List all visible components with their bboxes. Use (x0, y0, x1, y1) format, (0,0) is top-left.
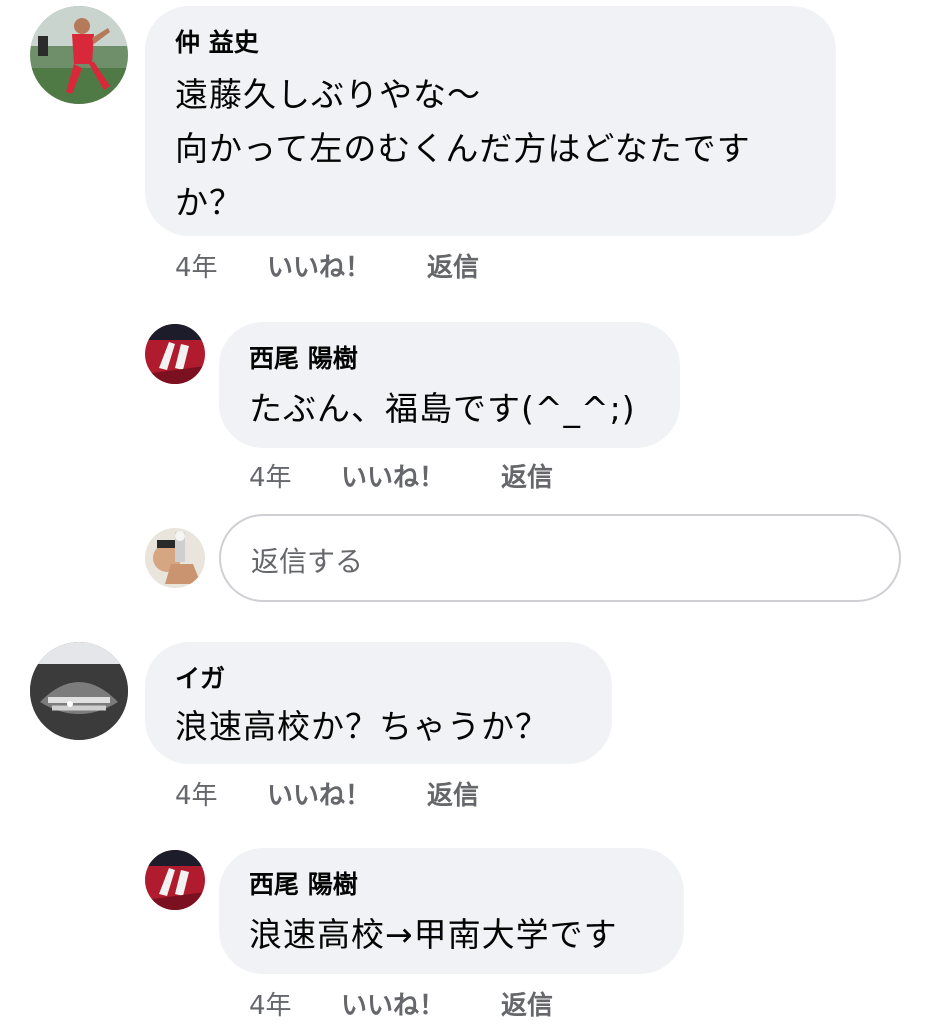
comment-text: たぶん、福島です(^_^;) (249, 382, 650, 436)
comment-text-line: 浪速高校→甲南大学です (249, 915, 618, 954)
like-button[interactable]: いいね！ (341, 462, 445, 494)
reply-comment: 西尾 陽樹 浪速高校→甲南大学です 4年 いいね！ 返信 (0, 838, 931, 1024)
comment-author[interactable]: 西尾 陽樹 (249, 870, 654, 900)
reply-comment: 西尾 陽樹 たぶん、福島です(^_^;) 4年 いいね！ 返信 (0, 310, 931, 510)
like-button[interactable]: いいね！ (341, 990, 445, 1022)
reply-input-placeholder: 返信する (251, 545, 364, 578)
comment-text: 遠藤久しぶりやな〜 向かって左のむくんだ方はどなたです か？ (175, 68, 806, 230)
comment-text-line: 向かって左のむくんだ方はどなたです (175, 129, 751, 168)
comment-text-line: たぶん、福島です(^_^;) (249, 389, 636, 428)
like-button[interactable]: いいね！ (267, 780, 371, 812)
reply-button[interactable]: 返信 (427, 252, 479, 284)
reply-button[interactable]: 返信 (427, 780, 479, 812)
comment-author[interactable]: 西尾 陽樹 (249, 344, 650, 374)
comment-text: 浪速高校か？ちゃうか？ (175, 700, 582, 754)
comment: 仲 益史 遠藤久しぶりやな〜 向かって左のむくんだ方はどなたです か？ 4年 い… (0, 0, 931, 300)
comment-actions: 4年 いいね！ 返信 (249, 462, 649, 496)
comment-bubble: 西尾 陽樹 浪速高校→甲南大学です (219, 848, 684, 974)
comment-actions: 4年 いいね！ 返信 (249, 990, 649, 1024)
avatar[interactable] (145, 324, 205, 384)
comment-text: 浪速高校→甲南大学です (249, 908, 654, 962)
comment-text-line: 浪速高校か？ちゃうか？ (175, 707, 549, 746)
avatar[interactable] (30, 642, 128, 740)
comment-text-line: か？ (175, 183, 243, 222)
avatar[interactable] (145, 850, 205, 910)
comment: イガ 浪速高校か？ちゃうか？ 4年 いいね！ 返信 (0, 636, 931, 836)
comment-bubble: 西尾 陽樹 たぶん、福島です(^_^;) (219, 322, 680, 448)
comment-timestamp[interactable]: 4年 (175, 252, 218, 284)
reply-button[interactable]: 返信 (501, 462, 553, 494)
comment-timestamp[interactable]: 4年 (249, 990, 292, 1022)
comment-actions: 4年 いいね！ 返信 (175, 252, 575, 286)
comment-actions: 4年 いいね！ 返信 (175, 780, 575, 814)
reply-button[interactable]: 返信 (501, 990, 553, 1022)
comment-text-line: 遠藤久しぶりやな〜 (175, 75, 481, 114)
reply-input[interactable]: 返信する (219, 514, 901, 602)
comment-bubble: 仲 益史 遠藤久しぶりやな〜 向かって左のむくんだ方はどなたです か？ (145, 6, 836, 236)
avatar[interactable] (30, 6, 128, 104)
current-user-avatar (145, 528, 205, 588)
comment-timestamp[interactable]: 4年 (249, 462, 292, 494)
comment-bubble: イガ 浪速高校か？ちゃうか？ (145, 642, 612, 764)
comment-author[interactable]: イガ (175, 664, 582, 694)
comment-author[interactable]: 仲 益史 (175, 28, 806, 58)
like-button[interactable]: いいね！ (267, 252, 371, 284)
comment-timestamp[interactable]: 4年 (175, 780, 218, 812)
